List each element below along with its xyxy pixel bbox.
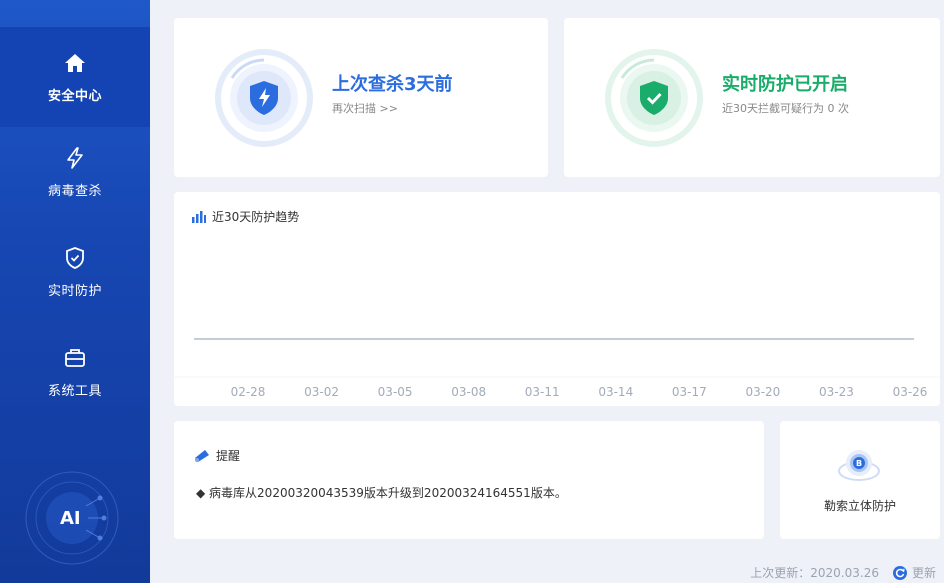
update-button[interactable]: 更新 [892,564,936,581]
protection-subtitle: 近30天拦截可疑行为 0 次 [722,102,849,115]
sidebar-item-label: 系统工具 [47,383,102,399]
chart-title: 近30天防护趋势 [212,210,300,224]
svg-text:B: B [856,459,862,468]
x-tick-label: 03-14 [598,385,633,399]
notice-message: ◆ 病毒库从20200320043539版本升级到20200324164551版… [196,486,567,500]
rescan-link[interactable]: 再次扫描 >> [332,100,398,116]
lightning-icon [63,146,87,170]
x-tick-label: 03-26 [893,385,928,399]
home-icon [63,51,87,75]
last-update-text: 上次更新：2020.03.26 [750,566,879,580]
x-tick-label: 03-02 [304,385,339,399]
notice-title: 提醒 [216,449,241,463]
notice-header: 提醒 [194,447,240,464]
x-tick-label: 03-08 [451,385,486,399]
realtime-protection-card: 实时防护已开启 近30天拦截可疑行为 0 次 [564,18,940,177]
toolbox-icon [63,346,87,370]
x-tick-label: 03-20 [745,385,780,399]
shield-check-icon [63,246,87,270]
sidebar-item-label: 病毒查杀 [47,183,102,199]
sidebar-item-system-tools[interactable]: 系统工具 [0,322,150,422]
bar-chart-icon [192,210,206,223]
shield-lightning-icon [214,48,314,148]
ransom-shield-icon: B [836,445,882,485]
ai-label: AI [60,508,81,529]
trend-chart-card: 02-28 03-02 03-05 03-08 03-11 03-14 03-17 03-20… [174,192,940,406]
protection-title: 实时防护已开启 [722,74,848,95]
x-tick-label: 03-11 [525,385,560,399]
sidebar-item-label: 实时防护 [47,283,102,299]
chart-header: 近30天防护趋势 [192,208,299,225]
bell-icon [195,449,209,462]
shield-check-icon [604,48,704,148]
ransomware-protection-card[interactable]: B 勒索立体防护 [780,421,940,539]
notice-card: 提醒 ◆ 病毒库从20200320043539版本升级到202003241645… [174,421,764,539]
sidebar-item-security-center[interactable]: 安全中心 [0,27,150,127]
sidebar-item-realtime-protection[interactable]: 实时防护 [0,222,150,322]
ai-badge: AI [22,468,122,568]
x-tick-label: 03-05 [378,385,413,399]
ransom-label: 勒索立体防护 [823,499,896,513]
sidebar-item-label: 安全中心 [47,88,102,104]
sidebar: 安全中心 病毒查杀 实时防护 系统工具 AI [0,0,150,583]
update-label: 更新 [911,566,936,580]
x-tick-label: 03-23 [819,385,854,399]
update-footer: 上次更新：2020.03.26 更新 [750,564,936,581]
last-scan-card: 上次查杀3天前 再次扫描 >> [174,18,548,177]
x-tick-label: 02-28 [231,385,266,399]
refresh-icon [892,565,907,580]
x-tick-label: 03-17 [672,385,707,399]
sidebar-item-virus-scan[interactable]: 病毒查杀 [0,122,150,222]
last-scan-title: 上次查杀3天前 [332,74,453,95]
